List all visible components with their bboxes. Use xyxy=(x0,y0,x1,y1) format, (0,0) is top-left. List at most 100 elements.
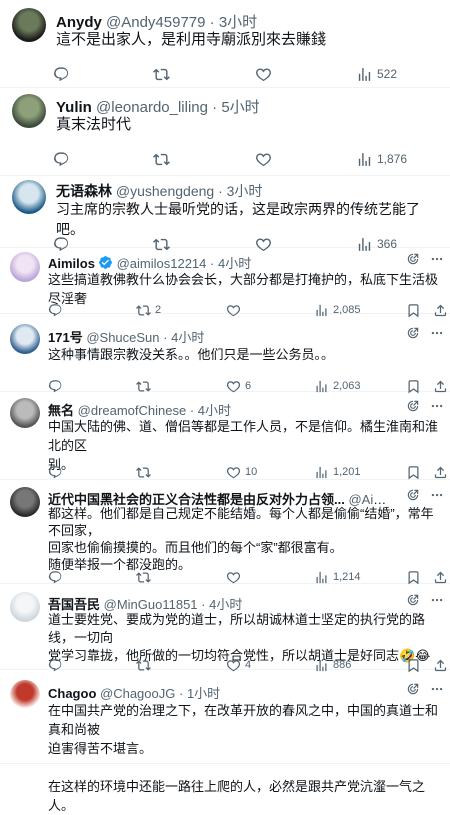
tweet-text-line: 回家也偷偷摸摸的。而且他们的每个“家”都很富有。 xyxy=(48,540,343,555)
retweet-button[interactable] xyxy=(153,149,174,169)
display-name[interactable]: Aimilos xyxy=(48,256,95,271)
avatar[interactable] xyxy=(10,487,40,517)
retweet-button[interactable] xyxy=(153,64,174,84)
reply-button[interactable] xyxy=(48,462,67,482)
separator: · xyxy=(214,183,227,199)
user-handle[interactable]: @leonardo_liling xyxy=(96,99,208,116)
more-icon[interactable] xyxy=(430,399,444,418)
display-name[interactable]: 171号 xyxy=(48,330,83,345)
like-button[interactable]: 10 xyxy=(226,462,257,482)
tweet-text-line: 真末法时代 xyxy=(56,116,132,133)
avatar[interactable] xyxy=(10,252,40,282)
views-button[interactable]: 1,201 xyxy=(314,462,361,482)
reply-icon xyxy=(48,570,63,585)
more-icon[interactable] xyxy=(430,593,444,612)
grok-icon[interactable] xyxy=(406,593,420,612)
avatar[interactable] xyxy=(10,592,40,622)
views-icon xyxy=(314,465,329,480)
user-handle[interactable]: @Andy459779 xyxy=(106,14,205,31)
like-icon xyxy=(255,66,272,83)
timestamp[interactable]: 4小时 xyxy=(171,330,204,345)
user-handle[interactable]: @ShuceSun xyxy=(86,330,159,345)
avatar[interactable] xyxy=(10,324,40,354)
like-count: 10 xyxy=(245,466,258,478)
timestamp[interactable]: 3小时 xyxy=(227,183,263,199)
like-icon xyxy=(226,465,241,480)
display-name[interactable]: 无语森林 xyxy=(56,183,112,199)
avatar[interactable] xyxy=(12,180,46,214)
tweet-text: 這不是出家人，是利用寺廟派別來去賺錢 xyxy=(56,30,440,50)
reply-tweet[interactable]: 近代中国黑社会的正义合法性都是由反对外力占领... @Aiyu... · 3小时… xyxy=(0,480,450,584)
reply-button[interactable] xyxy=(53,149,74,169)
reply-tweet[interactable]: Anydy @Andy459779 · 3小时 這不是出家人，是利用寺廟派別來去… xyxy=(0,0,450,88)
retweet-icon xyxy=(136,465,151,480)
reply-button[interactable] xyxy=(53,64,74,84)
tweet-text: 都这样。他们都是自己规定不能结婚。每个人都是偷偷“结婚”，常年不回家， 回家也偷偷… xyxy=(48,505,440,573)
tweet-text-line: 道士要姓党、要成为党的道士，所以胡诚林道士坚定的执行党的路线，一切向 xyxy=(48,612,426,645)
timestamp[interactable]: 4小时 xyxy=(218,256,251,271)
more-icon[interactable] xyxy=(430,682,444,701)
views-icon xyxy=(356,66,373,83)
reply-tweet[interactable]: 無名 @dreamofChinese · 4小时 中国大陆的佛、道、僧侣等都是工… xyxy=(0,392,450,480)
display-name[interactable]: 吾国吾民 xyxy=(48,597,100,612)
retweet-icon xyxy=(136,570,151,585)
tweet-text: 在中国共产党的治理之下，在改革开放的春风之中，中国的真道士和真和尚被迫害得苦不堪… xyxy=(48,701,440,815)
user-handle[interactable]: @dreamofChinese xyxy=(78,403,187,418)
retweet-button[interactable] xyxy=(136,462,155,482)
tweet-text-line: 这种事情跟宗教没关系。。他们只是一些公务员。。 xyxy=(48,347,335,362)
avatar[interactable] xyxy=(12,8,46,42)
grok-icon[interactable] xyxy=(406,252,420,271)
user-handle[interactable]: @yushengdeng xyxy=(116,183,214,199)
user-handle[interactable]: @aimilos12214 xyxy=(117,256,207,271)
reply-tweet[interactable]: Aimilos @aimilos12214 · 4小时 这些搞道教佛教什么协会会… xyxy=(0,248,450,317)
user-handle[interactable]: @MinGuo11851 xyxy=(104,597,198,612)
timestamp[interactable]: 3小时 xyxy=(219,14,257,31)
reply-tweet[interactable]: Chagoo @ChagooJG · 1小时 在中国共产党的治理之下，在改革开放… xyxy=(0,670,450,813)
tweet-text: 真末法时代 xyxy=(56,115,440,135)
bookmark-button[interactable] xyxy=(406,462,421,482)
tweet-header: Yulin @leonardo_liling · 5小时 xyxy=(56,96,434,117)
avatar[interactable] xyxy=(10,398,40,428)
tweet-text-line: 在中国共产党的治理之下，在改革开放的春风之中，中国的真道士和真和尚被 xyxy=(48,703,439,737)
separator: · xyxy=(197,597,210,612)
timestamp[interactable]: 4小时 xyxy=(198,403,231,418)
tweet-text-line: 迫害得苦不堪言。 xyxy=(48,741,153,756)
like-button[interactable] xyxy=(255,149,276,169)
tweet-header: Chagoo @ChagooJG · 1小时 xyxy=(48,683,390,702)
tweet-text-line xyxy=(48,758,440,777)
share-button[interactable] xyxy=(433,462,448,482)
more-icon[interactable] xyxy=(430,252,444,271)
reply-icon xyxy=(48,465,63,480)
avatar[interactable] xyxy=(12,94,46,128)
separator: · xyxy=(186,403,198,418)
tweet-actions: 10 1,201 xyxy=(0,462,450,482)
reply-tweet[interactable]: 无语森林 @yushengdeng · 3小时 习主席的宗教人士最听党的话，这是… xyxy=(0,176,450,251)
grok-icon[interactable] xyxy=(406,682,420,701)
timestamp[interactable]: 5小时 xyxy=(221,99,259,116)
tweet-header: 171号 @ShuceSun · 4小时 xyxy=(48,327,390,346)
display-name[interactable]: Chagoo xyxy=(48,686,96,701)
tweet-text-line: 在这样的环境中还能一路往上爬的人，必然是跟共产党沆瀣一气之人。 xyxy=(48,779,426,813)
like-icon xyxy=(226,570,241,585)
display-name[interactable]: Anydy xyxy=(56,14,102,31)
timestamp[interactable]: 4小时 xyxy=(209,597,242,612)
reply-tweet[interactable]: 吾国吾民 @MinGuo11851 · 4小时 道士要姓党、要成为党的道士，所以… xyxy=(0,584,450,672)
timestamp[interactable]: 1小时 xyxy=(187,686,220,701)
reply-tweet[interactable]: 171号 @ShuceSun · 4小时 这种事情跟宗教没关系。。他们只是一些公… xyxy=(0,314,450,393)
avatar[interactable] xyxy=(10,680,40,710)
grok-icon[interactable] xyxy=(406,326,420,345)
like-icon xyxy=(255,151,272,168)
like-button[interactable] xyxy=(255,64,276,84)
grok-icon[interactable] xyxy=(406,399,420,418)
user-handle[interactable]: @ChagooJG xyxy=(100,686,175,701)
tweet-text-line: 习主席的宗教人士最听党的话，这是政宗两界的传统艺能了吧。 xyxy=(56,201,420,237)
more-icon[interactable] xyxy=(430,326,444,345)
tweet-text: 这种事情跟宗教没关系。。他们只是一些公务员。。 xyxy=(48,345,440,364)
display-name[interactable]: Yulin xyxy=(56,99,92,116)
views-button[interactable]: 522 xyxy=(356,64,397,84)
separator: · xyxy=(159,330,172,345)
reply-tweet[interactable]: Yulin @leonardo_liling · 5小时 真末法时代 1,876 xyxy=(0,88,450,176)
views-button[interactable]: 1,876 xyxy=(356,149,407,169)
display-name[interactable]: 無名 xyxy=(48,403,74,418)
views-count: 2,063 xyxy=(333,380,361,392)
